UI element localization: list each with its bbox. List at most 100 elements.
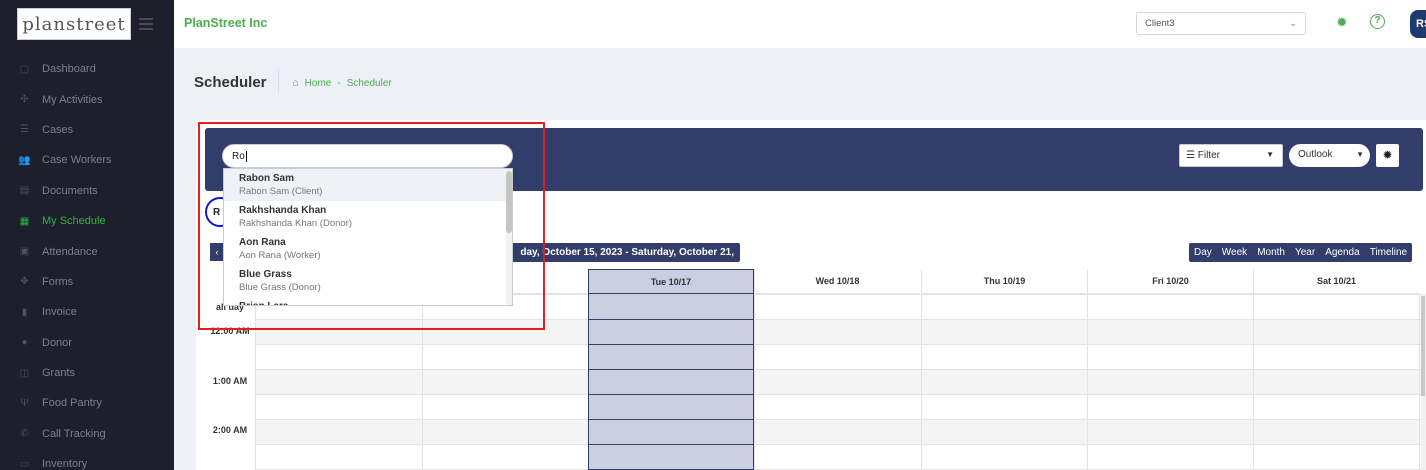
today-cell-line [588, 319, 754, 320]
time-label: 1:00 AM [212, 376, 248, 386]
home-icon[interactable]: ⌂ [292, 77, 299, 89]
search-input[interactable]: Ro [222, 144, 513, 168]
grid-row-line [255, 319, 1421, 320]
calendar-settings-button[interactable]: ✹ [1376, 144, 1399, 167]
option-name: Rakhshanda Khan [239, 205, 327, 216]
client-select[interactable]: Client3 ⌄ [1136, 12, 1306, 35]
time-slot-band[interactable] [255, 419, 1421, 444]
day-column-header[interactable]: Tue 10/17 [588, 269, 754, 294]
sidebar-item-label: Food Pantry [42, 397, 102, 410]
title-divider [278, 70, 279, 94]
text-caret [245, 151, 247, 162]
sidebar: planstreet ▢ Dashboard ✣ My Activities ☰ Case… [0, 0, 174, 470]
view-agenda-button[interactable]: Agenda [1320, 243, 1364, 262]
call-tracking-icon: ✆ [20, 428, 29, 440]
day-column-header[interactable]: Fri 10/20 [1087, 269, 1253, 294]
option-name: Aon Rana [239, 237, 286, 248]
grid-column-line [921, 294, 922, 470]
sidebar-item-donor[interactable]: ● Donor [0, 328, 174, 358]
sidebar-item-inventory[interactable]: ▭ Inventory [0, 449, 174, 470]
client-select-value: Client3 [1145, 18, 1175, 29]
company-name: PlanStreet Inc [184, 16, 268, 30]
time-slot-band[interactable] [255, 319, 1421, 344]
dashboard-icon: ▢ [19, 63, 30, 75]
option-name: Brian Lara [239, 301, 497, 305]
sidebar-item-dashboard[interactable]: ▢ Dashboard [0, 54, 174, 84]
grid-row-line [255, 369, 1421, 370]
autocomplete-option[interactable]: Blue Grass Blue Grass (Donor) [224, 265, 512, 297]
documents-icon: ▤ [19, 185, 30, 197]
logo[interactable]: planstreet [17, 8, 131, 40]
schedule-icon: ▦ [19, 215, 30, 227]
sidebar-item-invoice[interactable]: ▮ Invoice [0, 297, 174, 327]
sidebar-item-documents[interactable]: ▤ Documents [0, 176, 174, 206]
grid-column-line [422, 294, 423, 470]
time-label: 2:00 AM [212, 425, 248, 435]
sidebar-item-label: Forms [42, 275, 74, 288]
sidebar-item-grants[interactable]: ◫ Grants [0, 358, 174, 388]
sidebar-item-attendance[interactable]: ▣ Attendance [0, 236, 174, 266]
option-detail: Rakhshanda Khan (Donor) [239, 218, 353, 229]
day-column-header[interactable]: Thu 10/19 [921, 269, 1087, 294]
grid-column-line [1419, 294, 1420, 470]
view-month-button[interactable]: Month [1252, 243, 1290, 262]
caret-down-icon: ▼ [1356, 150, 1364, 159]
breadcrumb: ⌂ Home - Scheduler [292, 77, 392, 89]
autocomplete-dropdown: Rabon Sam Rabon Sam (Client) Rakhshanda Kh… [223, 168, 513, 306]
page-title: Scheduler [194, 74, 267, 91]
outlook-select[interactable]: Outlook ▼ [1289, 144, 1370, 167]
menu-toggle-icon[interactable] [139, 18, 153, 30]
today-cell-line [588, 369, 754, 370]
today-cell-line [588, 419, 754, 420]
logo-area: planstreet [0, 0, 174, 48]
filter-select[interactable]: ☰ Filter ▼ [1179, 144, 1283, 167]
option-detail: Blue Grass (Donor) [239, 282, 321, 293]
sidebar-item-forms[interactable]: ✥ Forms [0, 267, 174, 297]
date-range-label: day, October 15, 2023 - Saturday, Octobe… [501, 243, 740, 277]
view-switcher: Day Week Month Year Agenda Timeline [1189, 243, 1413, 262]
caret-down-icon: ▼ [1266, 150, 1274, 159]
day-column-header[interactable]: Wed 10/18 [754, 269, 920, 294]
grid-row-line [255, 344, 1421, 345]
sidebar-item-label: Inventory [42, 458, 88, 470]
today-cell-line [588, 394, 754, 395]
sidebar-item-cases[interactable]: ☰ Cases [0, 115, 174, 145]
grid-column-line [754, 294, 755, 470]
attendance-icon: ▣ [19, 246, 30, 258]
sidebar-item-label: Dashboard [42, 63, 96, 76]
sidebar-item-call-tracking[interactable]: ✆ Call Tracking [0, 419, 174, 449]
avatar[interactable]: RS [1410, 10, 1426, 38]
autocomplete-option[interactable]: Brian Lara [224, 297, 512, 305]
help-icon[interactable]: ? [1370, 14, 1385, 29]
day-column-header[interactable]: Sat 10/21 [1253, 269, 1419, 294]
calendar-scrollbar-thumb[interactable] [1421, 296, 1425, 396]
dropdown-scrollbar-thumb[interactable] [506, 171, 512, 233]
sidebar-item-label: My Schedule [42, 215, 106, 228]
view-timeline-button[interactable]: Timeline [1365, 243, 1412, 262]
filter-list-icon: ☰ [1186, 150, 1195, 161]
time-slot-band[interactable] [255, 369, 1421, 394]
prev-week-button[interactable]: ‹ [210, 243, 224, 261]
view-week-button[interactable]: Week [1217, 243, 1252, 262]
breadcrumb-home[interactable]: Home [305, 78, 332, 89]
autocomplete-option[interactable]: Rakhshanda Khan Rakhshanda Khan (Donor) [224, 201, 512, 233]
sidebar-item-label: Documents [42, 184, 98, 197]
grid-column-line [1087, 294, 1088, 470]
filter-select-label: Filter [1197, 150, 1220, 161]
sidebar-item-case-workers[interactable]: 👥 Case Workers [0, 145, 174, 175]
grants-icon: ◫ [19, 367, 30, 379]
sidebar-item-my-activities[interactable]: ✣ My Activities [0, 84, 174, 114]
view-day-button[interactable]: Day [1189, 243, 1217, 262]
sidebar-item-label: Case Workers [42, 154, 112, 167]
settings-gear-icon[interactable]: ✹ [1336, 15, 1350, 29]
sidebar-item-label: Call Tracking [42, 427, 106, 440]
grid-row-line [255, 394, 1421, 395]
today-cell-line [588, 444, 754, 445]
grid-row-line [255, 419, 1421, 420]
sidebar-item-label: Donor [42, 336, 72, 349]
sidebar-item-my-schedule[interactable]: ▦ My Schedule [0, 206, 174, 236]
view-year-button[interactable]: Year [1290, 243, 1320, 262]
sidebar-item-food-pantry[interactable]: Ψ Food Pantry [0, 388, 174, 418]
autocomplete-option[interactable]: Aon Rana Aon Rana (Worker) [224, 233, 512, 265]
autocomplete-option[interactable]: Rabon Sam Rabon Sam (Client) [224, 169, 512, 201]
